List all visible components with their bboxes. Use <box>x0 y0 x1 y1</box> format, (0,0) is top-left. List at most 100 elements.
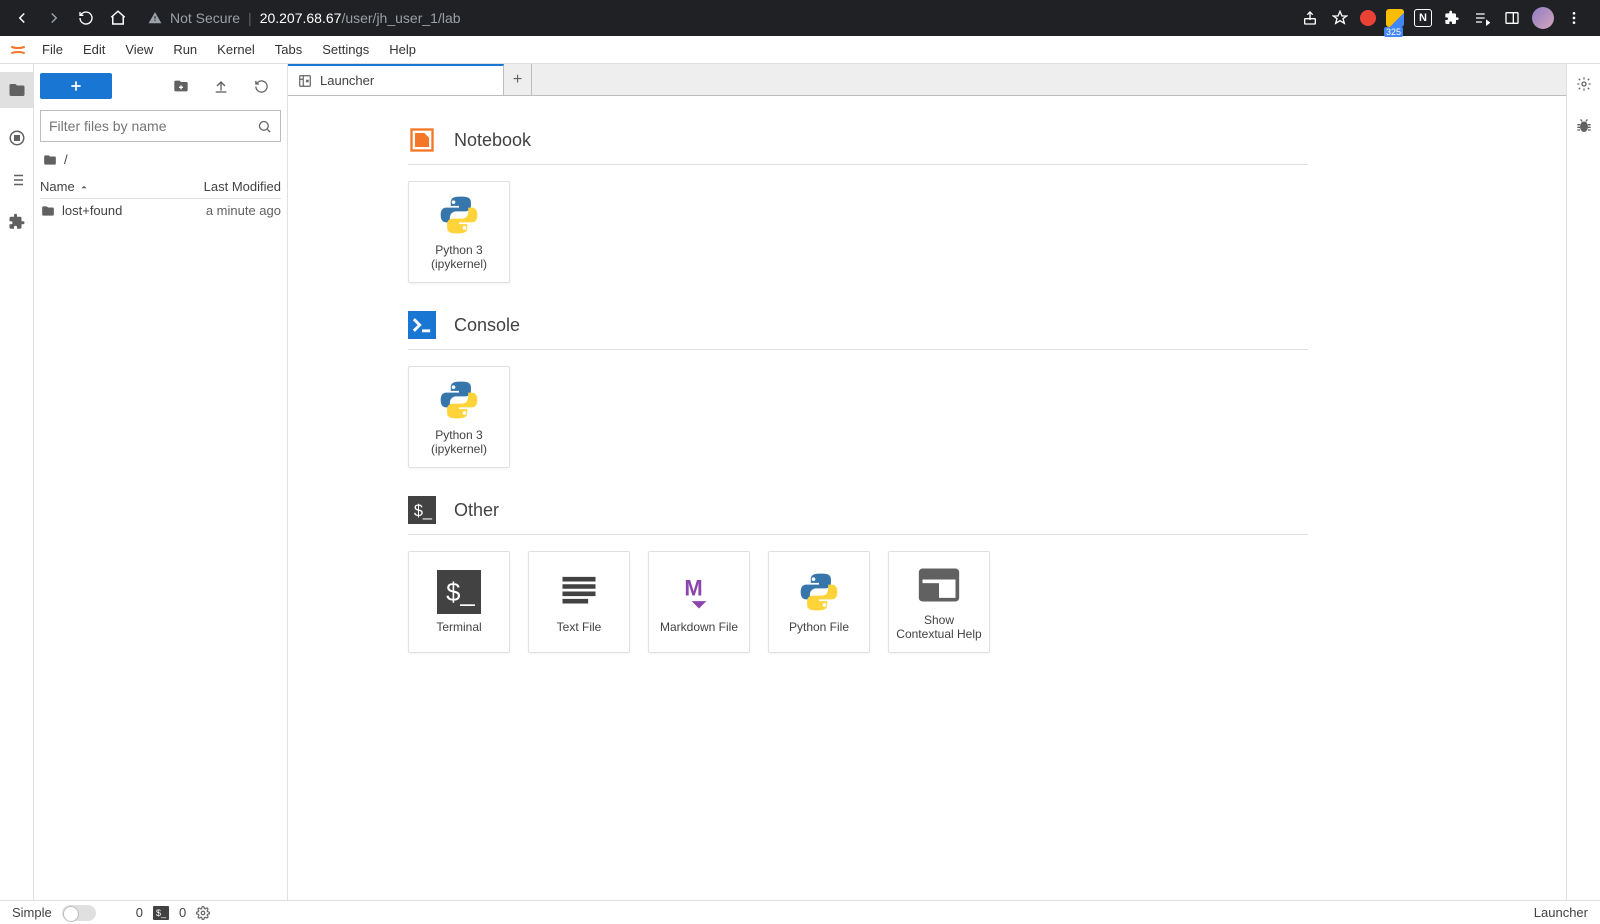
new-launcher-button[interactable] <box>40 73 112 99</box>
settings-gear-icon[interactable] <box>196 906 210 920</box>
menu-view[interactable]: View <box>115 38 163 61</box>
tab-launcher[interactable]: Launcher <box>288 64 504 95</box>
kebab-menu-icon[interactable] <box>1564 8 1584 28</box>
markdown-icon: M <box>677 570 721 614</box>
simple-mode-toggle[interactable] <box>62 905 96 921</box>
section-console: Console Python 3 (ipykernel) <box>408 311 1308 468</box>
section-notebook: Notebook Python 3 (ipykernel) <box>408 126 1308 283</box>
contextual-help-icon <box>917 563 961 607</box>
header-name-col[interactable]: Name <box>40 179 204 194</box>
debugger-icon[interactable] <box>1572 114 1596 138</box>
tab-add-button[interactable]: + <box>504 64 532 95</box>
menu-help[interactable]: Help <box>379 38 426 61</box>
card-label: Show Contextual Help <box>892 613 985 642</box>
filebrowser-tab-icon[interactable] <box>5 78 29 102</box>
menu-file[interactable]: File <box>32 38 73 61</box>
share-icon[interactable] <box>1300 8 1320 28</box>
right-activity-bar <box>1566 64 1600 900</box>
folder-icon <box>40 204 56 218</box>
running-tab-icon[interactable] <box>5 126 29 150</box>
terminal-badge-icon: $_ <box>153 906 169 920</box>
section-title: Console <box>454 315 520 336</box>
file-name: lost+found <box>62 203 122 218</box>
card-label: Text File <box>553 620 606 634</box>
forward-button[interactable] <box>40 4 68 32</box>
notebook-section-icon <box>408 126 436 154</box>
svg-text:$_: $_ <box>414 502 433 520</box>
property-inspector-icon[interactable] <box>1572 72 1596 96</box>
address-bar[interactable]: Not Secure | 20.207.68.67/user/jh_user_1… <box>136 4 1288 32</box>
menu-kernel[interactable]: Kernel <box>207 38 265 61</box>
file-modified: a minute ago <box>206 203 281 218</box>
simple-mode-label: Simple <box>12 905 52 920</box>
breadcrumb-path: / <box>64 152 68 167</box>
menu-run[interactable]: Run <box>163 38 207 61</box>
insecure-label: Not Secure <box>170 10 240 26</box>
console-python3-card[interactable]: Python 3 (ipykernel) <box>408 366 510 468</box>
url-text: 20.207.68.67/user/jh_user_1/lab <box>260 10 461 26</box>
refresh-button[interactable] <box>241 73 281 99</box>
jupyter-logo-icon[interactable] <box>4 36 32 64</box>
new-folder-button[interactable] <box>161 73 201 99</box>
card-label: Python 3 (ipykernel) <box>427 243 491 272</box>
status-bar: Simple 0 $_ 0 Launcher <box>0 900 1600 924</box>
file-row[interactable]: lost+found a minute ago <box>40 199 281 222</box>
other-section-icon: $_ <box>408 496 436 524</box>
extensions-puzzle-icon[interactable] <box>1442 8 1462 28</box>
python-icon <box>797 570 841 614</box>
section-title: Other <box>454 500 499 521</box>
notebook-python3-card[interactable]: Python 3 (ipykernel) <box>408 181 510 283</box>
section-other: $_ Other $_ Terminal <box>408 496 1308 653</box>
upload-button[interactable] <box>201 73 241 99</box>
tab-label: Launcher <box>320 73 374 88</box>
card-label: Python File <box>785 620 853 634</box>
menu-tabs[interactable]: Tabs <box>265 38 312 61</box>
python-icon <box>437 378 481 422</box>
extension-red-icon[interactable] <box>1360 10 1376 26</box>
terminal-count[interactable]: 0 <box>179 905 186 920</box>
extensions-tab-icon[interactable] <box>5 210 29 234</box>
console-section-icon <box>408 311 436 339</box>
terminal-card[interactable]: $_ Terminal <box>408 551 510 653</box>
playlist-icon[interactable] <box>1472 8 1492 28</box>
browser-chrome: Not Secure | 20.207.68.67/user/jh_user_1… <box>0 0 1600 36</box>
folder-icon <box>42 153 58 167</box>
section-title: Notebook <box>454 130 531 151</box>
star-icon[interactable] <box>1330 8 1350 28</box>
pythonfile-card[interactable]: Python File <box>768 551 870 653</box>
status-mode-label[interactable]: Launcher <box>1534 905 1588 920</box>
launcher-body: Notebook Python 3 (ipykernel) <box>288 96 1566 900</box>
back-button[interactable] <box>8 4 36 32</box>
home-button[interactable] <box>104 4 132 32</box>
menu-settings[interactable]: Settings <box>312 38 379 61</box>
card-label: Markdown File <box>656 620 742 634</box>
card-label: Terminal <box>432 620 485 634</box>
svg-text:M: M <box>684 575 702 600</box>
svg-text:$_: $_ <box>446 579 475 607</box>
python-icon <box>437 193 481 237</box>
filter-files-input-wrap <box>40 110 281 142</box>
file-list-header: Name Last Modified <box>40 175 281 199</box>
card-label: Python 3 (ipykernel) <box>427 428 491 457</box>
launcher-tab-icon <box>298 74 312 88</box>
toc-tab-icon[interactable] <box>5 168 29 192</box>
jupyter-menu-bar: File Edit View Run Kernel Tabs Settings … <box>0 36 1600 64</box>
sort-caret-icon <box>79 182 89 192</box>
reload-button[interactable] <box>72 4 100 32</box>
extension-notion-icon[interactable]: N <box>1414 9 1432 27</box>
browser-actions: N <box>1292 7 1592 29</box>
kernel-count[interactable]: 0 <box>136 905 143 920</box>
menu-edit[interactable]: Edit <box>73 38 115 61</box>
contextual-help-card[interactable]: Show Contextual Help <box>888 551 990 653</box>
profile-avatar[interactable] <box>1532 7 1554 29</box>
markdown-card[interactable]: M Markdown File <box>648 551 750 653</box>
sidepanel-icon[interactable] <box>1502 8 1522 28</box>
textfile-card[interactable]: Text File <box>528 551 630 653</box>
breadcrumb[interactable]: / <box>40 150 281 169</box>
extension-yellow-icon[interactable] <box>1386 9 1404 27</box>
terminal-icon: $_ <box>437 570 481 614</box>
textfile-icon <box>557 570 601 614</box>
filter-files-input[interactable] <box>49 118 257 134</box>
file-browser-panel: / Name Last Modified lost+found a minute… <box>34 64 288 900</box>
header-modified-col[interactable]: Last Modified <box>204 179 281 194</box>
